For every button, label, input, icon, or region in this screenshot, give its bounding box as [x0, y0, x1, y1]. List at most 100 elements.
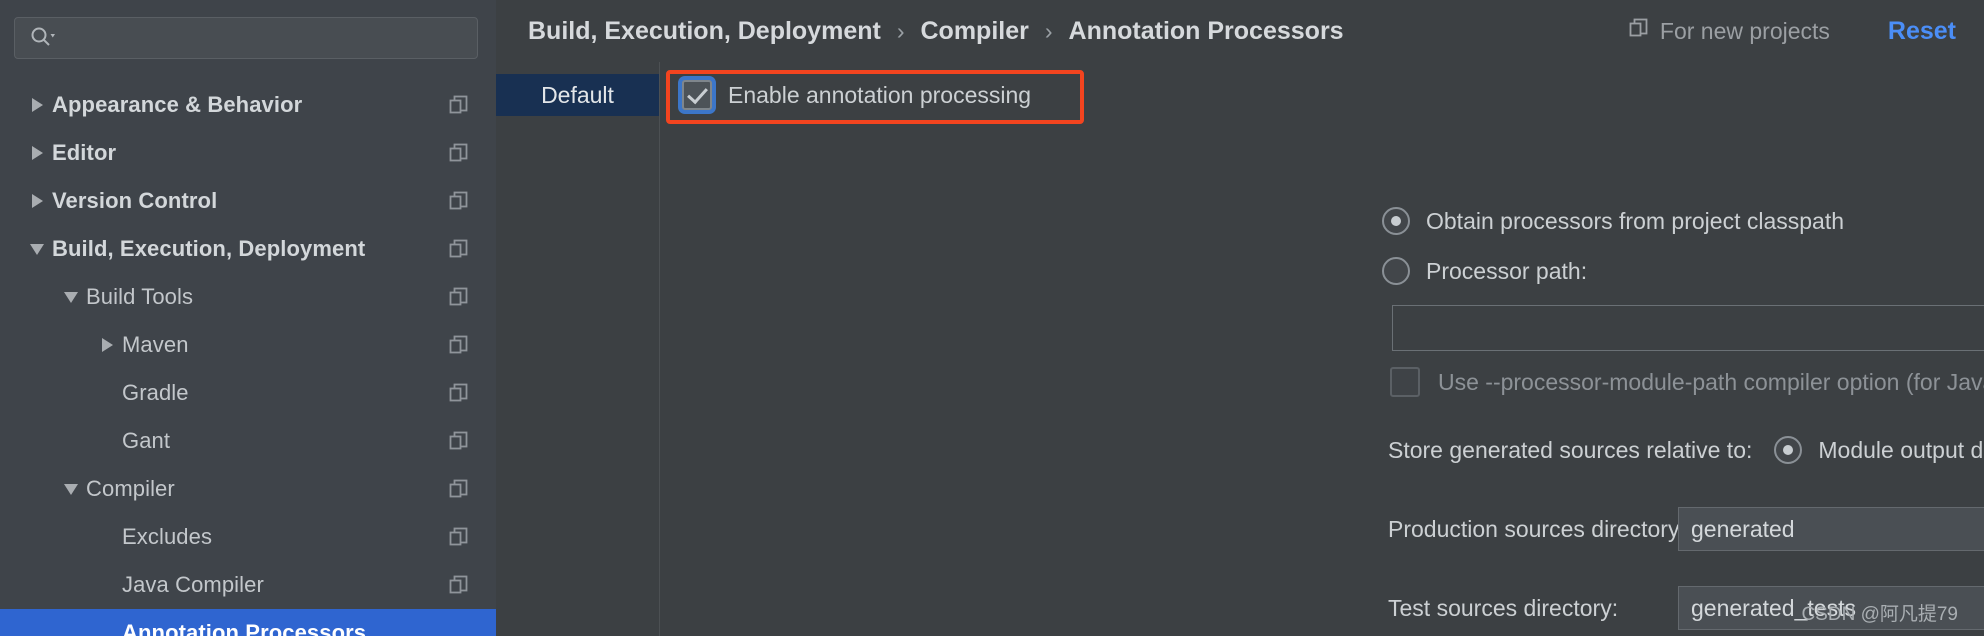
radio-obtain-from-classpath-control[interactable] — [1382, 207, 1410, 235]
use-processor-module-path-label: Use --processor-module-path compiler opt… — [1438, 368, 1984, 395]
sidebar-item-maven[interactable]: Maven — [0, 321, 496, 369]
twisty-placeholder — [92, 522, 122, 552]
sidebar-item-label: Gant — [122, 428, 171, 453]
settings-main: Build, Execution, Deployment › Compiler … — [496, 0, 1984, 636]
sidebar-item-label: Excludes — [122, 524, 213, 549]
search-icon — [29, 25, 55, 51]
tab-column: Default — [496, 62, 660, 636]
chevron-right-icon[interactable] — [22, 90, 52, 120]
copy-icon[interactable] — [448, 574, 470, 596]
sidebar-item-label: Compiler — [86, 476, 175, 501]
for-new-projects-label: For new projects — [1659, 17, 1830, 44]
sidebar-item-label: Version Control — [52, 188, 218, 213]
twisty-placeholder — [92, 426, 122, 456]
sidebar-item-build-execution-deployment[interactable]: Build, Execution, Deployment — [0, 225, 496, 273]
copy-icon[interactable] — [448, 238, 470, 260]
breadcrumb-separator: › — [1044, 17, 1053, 44]
copy-icon — [1628, 17, 1650, 45]
sidebar-item-label: Annotation Processors — [122, 620, 367, 636]
copy-icon[interactable] — [448, 190, 470, 212]
triangle-glyph — [64, 291, 78, 303]
breadcrumb-item-0[interactable]: Build, Execution, Deployment — [528, 17, 881, 46]
twisty-placeholder — [92, 618, 122, 636]
sidebar-item-label: Build Tools — [86, 284, 194, 309]
sidebar-item-label: Java Compiler — [122, 572, 264, 597]
search-box[interactable] — [14, 17, 478, 59]
settings-sidebar: Appearance & Behavior Editor Version Contr… — [0, 0, 496, 636]
triangle-glyph — [31, 194, 43, 208]
chevron-right-icon[interactable] — [22, 138, 52, 168]
radio-processor-path-control[interactable] — [1382, 257, 1410, 285]
settings-dialog: Appearance & Behavior Editor Version Contr… — [0, 0, 1984, 636]
store-generated-sources-row: Store generated sources relative to: Mod… — [1388, 436, 1984, 464]
watermark: CSDN @阿凡提79 — [1801, 604, 1958, 625]
test-sources-directory-label: Test sources directory: — [1388, 594, 1619, 621]
copy-icon[interactable] — [448, 142, 470, 164]
settings-tree: Appearance & Behavior Editor Version Contr… — [0, 81, 496, 636]
sidebar-item-version-control[interactable]: Version Control — [0, 177, 496, 225]
sidebar-item-annotation-processors[interactable]: Annotation Processors — [0, 609, 496, 636]
chevron-down-icon[interactable] — [56, 282, 86, 312]
annotation-processors-pane: Enable annotation processing Obtain proc… — [660, 62, 1984, 636]
triangle-glyph — [31, 146, 43, 160]
production-sources-directory-input[interactable]: generated — [1678, 507, 1984, 551]
twisty-placeholder — [92, 378, 122, 408]
copy-icon[interactable] — [448, 286, 470, 308]
sidebar-item-gradle[interactable]: Gradle — [0, 369, 496, 417]
radio-obtain-from-classpath[interactable]: Obtain processors from project classpath — [1382, 207, 1844, 235]
sidebar-item-java-compiler[interactable]: Java Compiler — [0, 561, 496, 609]
reset-button[interactable]: Reset — [1888, 17, 1956, 46]
twisty-placeholder — [92, 570, 122, 600]
settings-body: Default Enable annotation processing Obt… — [496, 62, 1984, 636]
sidebar-item-gant[interactable]: Gant — [0, 417, 496, 465]
radio-dot-icon — [1391, 216, 1401, 226]
radio-dot-icon — [1783, 445, 1794, 455]
radio-module-output-directory-label: Module output directory — [1818, 436, 1984, 463]
radio-processor-path-label: Processor path: — [1426, 257, 1588, 284]
use-processor-module-path-row[interactable]: Use --processor-module-path compiler opt… — [1390, 367, 1984, 397]
copy-icon[interactable] — [448, 478, 470, 500]
copy-icon[interactable] — [448, 382, 470, 404]
radio-module-output-directory[interactable]: Module output directory — [1774, 436, 1984, 464]
sidebar-item-appearance-behavior[interactable]: Appearance & Behavior — [0, 81, 496, 129]
breadcrumb-header: Build, Execution, Deployment › Compiler … — [496, 0, 1984, 62]
search-input[interactable] — [55, 26, 477, 50]
chevron-right-icon[interactable] — [22, 186, 52, 216]
radio-obtain-from-classpath-label: Obtain processors from project classpath — [1426, 207, 1845, 234]
triangle-glyph — [101, 338, 113, 352]
sidebar-item-label: Gradle — [122, 380, 189, 405]
triangle-glyph — [64, 483, 78, 495]
production-sources-directory-row: Production sources directory: generated — [1388, 507, 1984, 551]
copy-icon[interactable] — [448, 334, 470, 356]
chevron-down-icon[interactable] — [22, 234, 52, 264]
sidebar-item-excludes[interactable]: Excludes — [0, 513, 496, 561]
sidebar-item-compiler[interactable]: Compiler — [0, 465, 496, 513]
radio-module-output-directory-control[interactable] — [1774, 436, 1803, 464]
copy-icon[interactable] — [448, 526, 470, 548]
breadcrumb-separator: › — [896, 17, 905, 44]
sidebar-item-label: Maven — [122, 332, 189, 357]
enable-annotation-processing-label: Enable annotation processing — [728, 81, 1032, 108]
sidebar-item-build-tools[interactable]: Build Tools — [0, 273, 496, 321]
triangle-glyph — [30, 243, 44, 255]
enable-annotation-processing-checkbox[interactable] — [682, 80, 712, 110]
radio-processor-path[interactable]: Processor path: — [1382, 257, 1587, 285]
sidebar-item-editor[interactable]: Editor — [0, 129, 496, 177]
breadcrumb-item-2: Annotation Processors — [1068, 16, 1344, 45]
tab-default[interactable]: Default — [496, 74, 659, 116]
store-generated-sources-label: Store generated sources relative to: — [1388, 436, 1753, 463]
use-processor-module-path-checkbox[interactable] — [1390, 367, 1420, 397]
copy-icon[interactable] — [448, 94, 470, 116]
breadcrumb-item-1[interactable]: Compiler — [921, 17, 1029, 46]
production-sources-directory-label: Production sources directory: — [1388, 515, 1686, 542]
chevron-right-icon[interactable] — [92, 330, 122, 360]
sidebar-item-label: Appearance & Behavior — [52, 92, 303, 117]
processor-path-input[interactable] — [1392, 305, 1984, 351]
copy-icon[interactable] — [448, 430, 470, 452]
enable-annotation-processing-row[interactable]: Enable annotation processing — [682, 80, 1031, 110]
for-new-projects-button[interactable]: For new projects — [1628, 17, 1830, 45]
chevron-down-icon[interactable] — [56, 474, 86, 504]
sidebar-item-label: Build, Execution, Deployment — [52, 236, 366, 261]
triangle-glyph — [31, 98, 43, 112]
sidebar-item-label: Editor — [52, 140, 117, 165]
